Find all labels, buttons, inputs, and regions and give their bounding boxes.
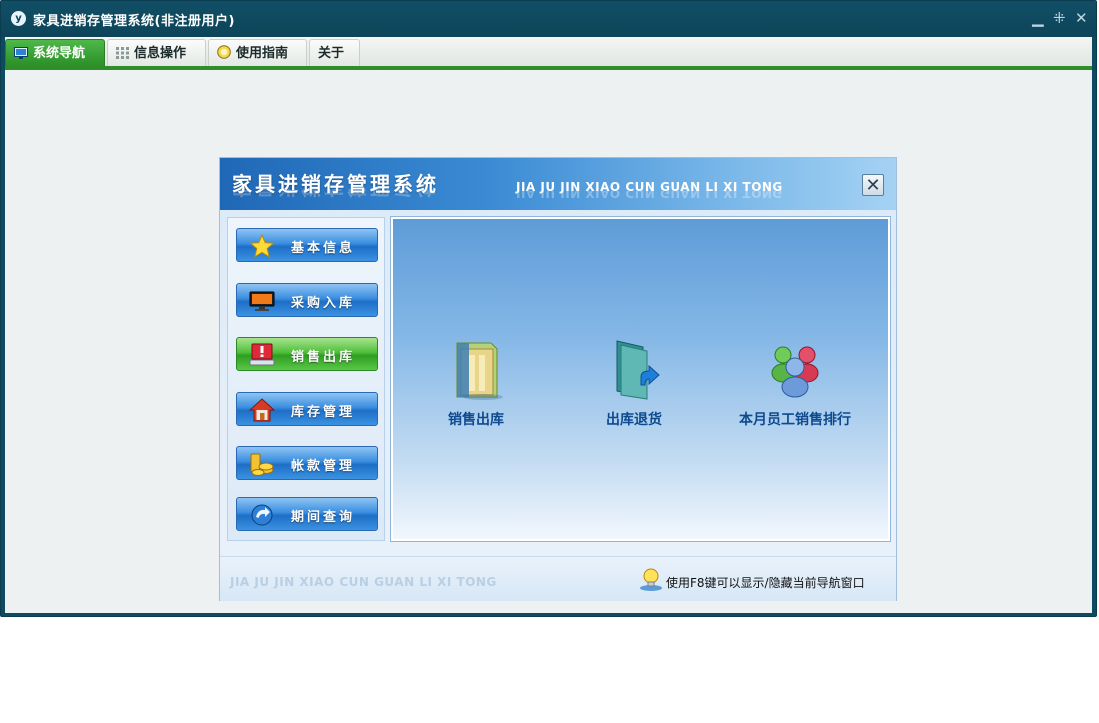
feature-label: 销售出库 — [448, 412, 504, 428]
close-window-button[interactable]: ✕ — [1075, 9, 1088, 27]
menu-bar: 系统导航 信息操作 使用指南 关于 — [5, 37, 1092, 70]
sidebar-button-basic-info[interactable]: 基本信息 — [236, 228, 378, 262]
feature-monthly-sales-ranking[interactable]: 本月员工销售排行 — [739, 339, 851, 429]
footer-tip: 使用F8键可以显示/隐藏当前导航窗口 — [666, 576, 865, 590]
help-icon — [217, 42, 231, 69]
house-icon — [248, 398, 276, 422]
navigation-dialog: 家具进销存管理系统 家具进销存管理系统 JIA JU JIN XIAO CUN … — [219, 157, 897, 601]
sidebar-button-label: 销售出库 — [291, 350, 356, 365]
sidebar-button-inventory[interactable]: 库存管理 — [236, 392, 378, 426]
sidebar-button-label: 基本信息 — [291, 241, 356, 256]
sidebar-button-accounts[interactable]: 帐款管理 — [236, 446, 378, 480]
sidebar-button-sales-out[interactable]: 销售出库 — [236, 337, 378, 371]
feature-panel: 销售出库 出库退货 本月员工销售排行 — [390, 216, 891, 542]
tab-label: 信息操作 — [134, 46, 187, 61]
dialog-title-reflection: 家具进销存管理系统 — [232, 189, 439, 203]
lightbulb-icon — [638, 567, 664, 597]
sidebar-button-purchase-in[interactable]: 采购入库 — [236, 283, 378, 317]
tab-user-guide[interactable]: 使用指南 — [208, 39, 307, 66]
alert-computer-icon — [249, 343, 275, 367]
folder-return-icon — [605, 339, 663, 405]
refresh-arrow-icon — [249, 503, 275, 527]
dialog-subtitle-reflection: JIA JU JIN XIAO CUN GUAN LI XI TONG — [516, 191, 783, 200]
sidebar-button-period-query[interactable]: 期间查询 — [236, 497, 378, 531]
feature-label: 出库退货 — [606, 412, 662, 428]
app-logo-icon: y — [11, 11, 26, 26]
tab-label: 使用指南 — [236, 46, 289, 61]
folder-binder-icon — [447, 339, 505, 405]
tab-info-operation[interactable]: 信息操作 — [107, 39, 206, 66]
sidebar-button-label: 帐款管理 — [291, 459, 356, 474]
feature-label: 本月员工销售排行 — [739, 412, 851, 428]
dialog-header: 家具进销存管理系统 家具进销存管理系统 JIA JU JIN XIAO CUN … — [220, 158, 896, 210]
window-title: 家具进销存管理系统(非注册用户) — [33, 14, 235, 29]
title-bar[interactable]: y 家具进销存管理系统(非注册用户) ▁ ⁜ ✕ — [1, 1, 1096, 37]
sidebar-button-label: 库存管理 — [291, 405, 356, 420]
tab-about[interactable]: 关于 — [309, 39, 360, 66]
sidebar-button-label: 采购入库 — [291, 296, 356, 311]
monitor-icon — [249, 289, 275, 313]
grid-icon — [116, 42, 129, 69]
users-group-icon — [739, 339, 851, 405]
tab-label: 系统导航 — [33, 46, 86, 61]
dialog-close-button[interactable]: ✕ — [862, 174, 884, 196]
tab-system-navigation[interactable]: 系统导航 — [5, 39, 105, 66]
star-icon — [249, 233, 275, 258]
sidebar-button-label: 期间查询 — [291, 510, 356, 525]
feature-sales-out[interactable]: 销售出库 — [447, 339, 505, 429]
dialog-footer: JIA JU JIN XIAO CUN GUAN LI XI TONG 使用F8… — [220, 556, 896, 601]
tab-label: 关于 — [318, 46, 345, 61]
monitor-icon — [14, 42, 28, 69]
minimize-button[interactable]: ▁ — [1032, 9, 1044, 27]
workspace: 家具进销存管理系统 家具进销存管理系统 JIA JU JIN XIAO CUN … — [5, 70, 1092, 613]
restore-button[interactable]: ⁜ — [1053, 9, 1066, 27]
coins-icon — [249, 452, 275, 476]
footer-watermark: JIA JU JIN XIAO CUN GUAN LI XI TONG — [230, 575, 497, 589]
dialog-sidebar: 基本信息 采购入库 销售出库 库存管理 帐款管理 期间查询 — [227, 217, 385, 541]
feature-return[interactable]: 出库退货 — [605, 339, 663, 429]
app-window: y 家具进销存管理系统(非注册用户) ▁ ⁜ ✕ 系统导航 信息操作 使用指南 … — [0, 0, 1097, 617]
